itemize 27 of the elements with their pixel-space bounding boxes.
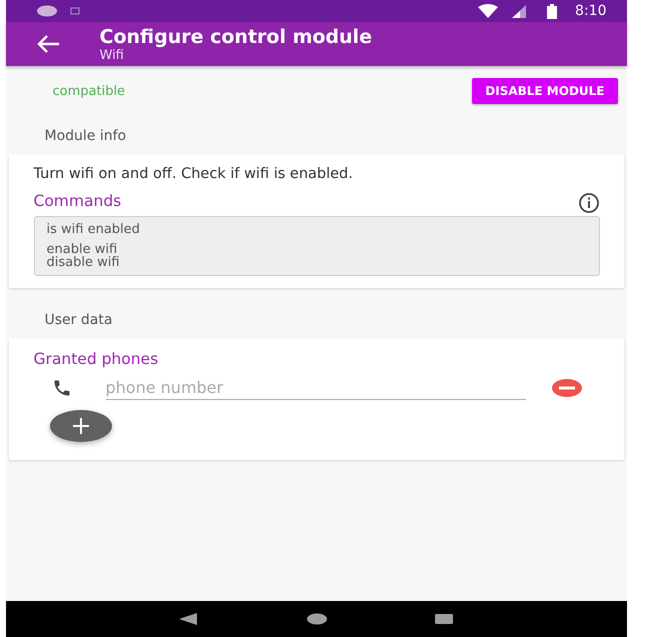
wifi-icon bbox=[477, 4, 500, 18]
command-text: enable wifi bbox=[46, 243, 118, 256]
remove-icon[interactable] bbox=[552, 379, 582, 397]
screen-title: Configure control module bbox=[100, 26, 372, 48]
notification-icon bbox=[36, 5, 58, 17]
home-circle-icon[interactable] bbox=[306, 613, 327, 625]
granted-phones-label: Granted phones bbox=[34, 350, 158, 368]
section-heading: User data bbox=[44, 312, 112, 328]
add-button[interactable] bbox=[50, 410, 112, 442]
compatibility-status: compatible bbox=[52, 84, 126, 98]
disable-module-button[interactable]: DISABLE MODULE bbox=[472, 78, 618, 104]
recents-square-icon[interactable] bbox=[434, 614, 453, 624]
signal-icon bbox=[511, 4, 528, 18]
command-text: disable wifi bbox=[46, 256, 120, 269]
module-description: Turn wifi on and off. Check if wifi is enabled. bbox=[34, 166, 354, 182]
info-icon[interactable] bbox=[578, 192, 600, 214]
phone-icon bbox=[52, 378, 72, 398]
phone-number-field[interactable]: phone number bbox=[106, 376, 526, 400]
back-triangle-icon[interactable] bbox=[179, 613, 200, 625]
section-heading: Module info bbox=[44, 128, 126, 144]
screen-subtitle: Wifi bbox=[100, 48, 125, 62]
notification-icon bbox=[70, 6, 80, 16]
back-arrow-icon[interactable] bbox=[36, 34, 60, 54]
status-time: 8:10 bbox=[575, 3, 606, 19]
commands-label: Commands bbox=[34, 192, 122, 210]
command-text: is wifi enabled bbox=[46, 223, 140, 236]
battery-icon bbox=[547, 4, 558, 18]
